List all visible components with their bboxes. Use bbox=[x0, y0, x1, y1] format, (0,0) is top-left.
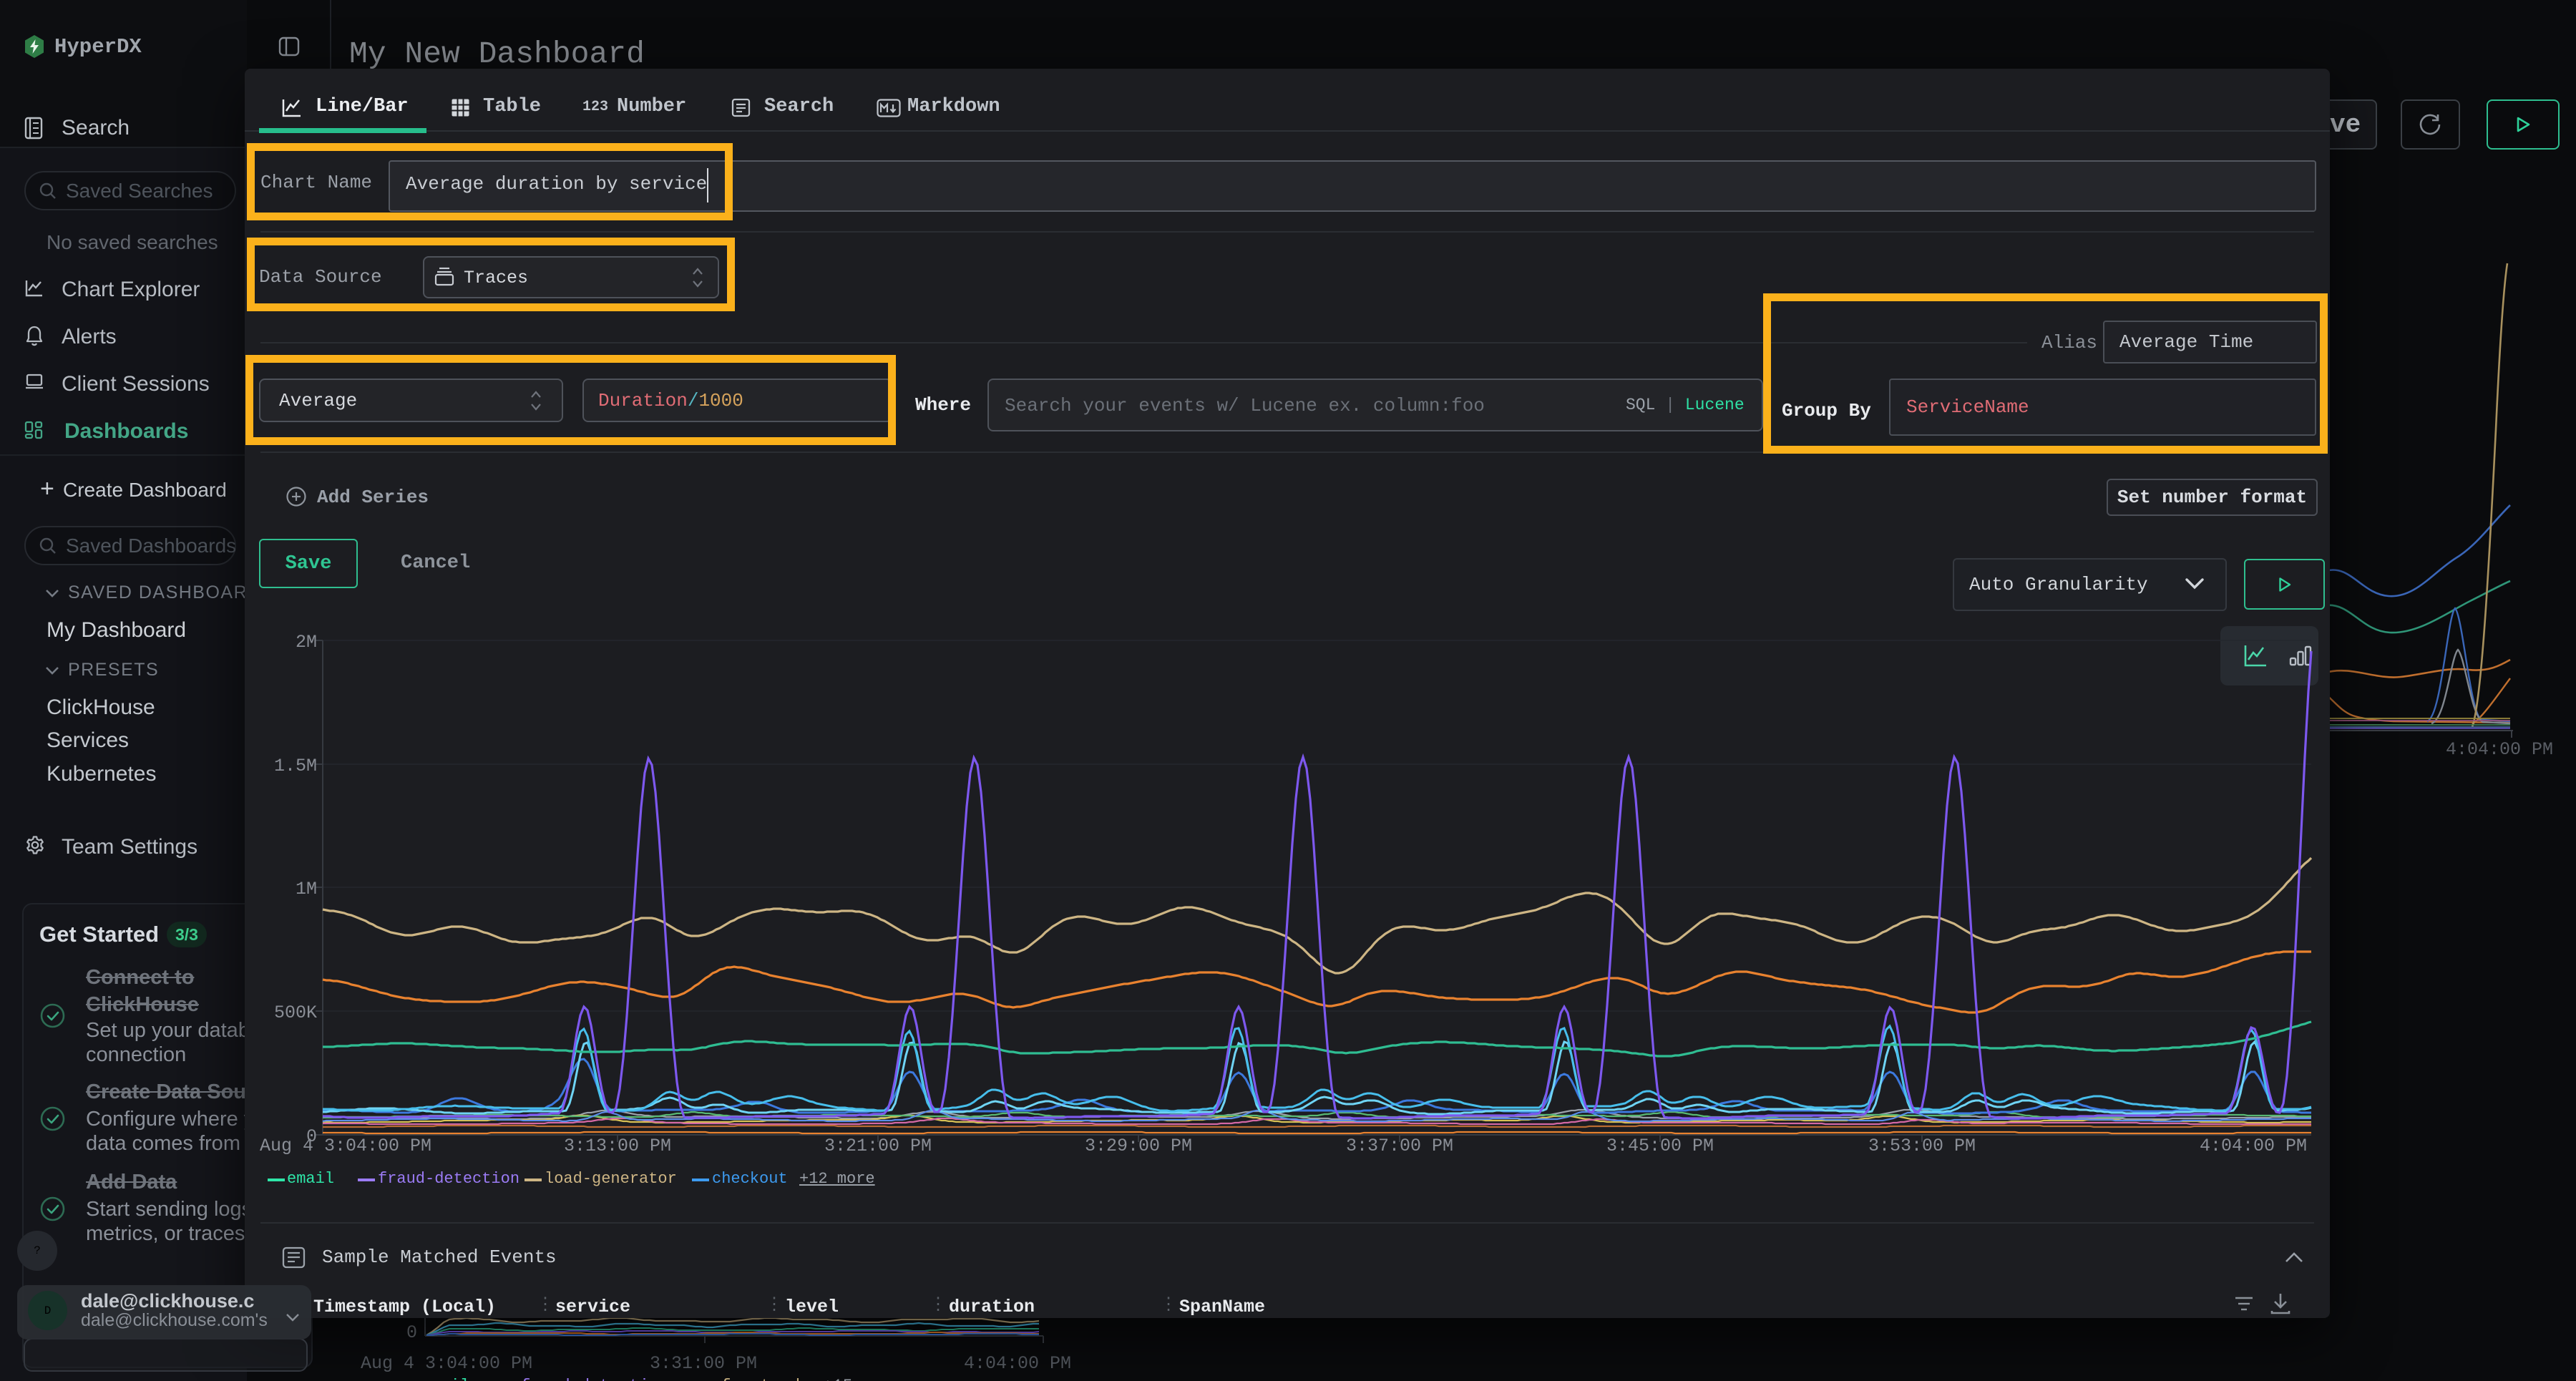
svg-text:0: 0 bbox=[406, 1322, 417, 1343]
svg-text:Aug 4 3:04:00 PM: Aug 4 3:04:00 PM bbox=[361, 1353, 532, 1374]
svg-text:3:31:00 PM: 3:31:00 PM bbox=[650, 1353, 757, 1374]
svg-text:4:04:00 PM: 4:04:00 PM bbox=[964, 1353, 1071, 1374]
svg-text:+15 more: +15 more bbox=[823, 1377, 902, 1381]
svg-text:4:04:00 PM: 4:04:00 PM bbox=[2446, 739, 2553, 760]
svg-text:— frontend: — frontend bbox=[701, 1377, 800, 1381]
svg-text:— fraud-detection: — fraud-detection bbox=[500, 1377, 669, 1381]
svg-text:— email: — email bbox=[400, 1377, 470, 1381]
